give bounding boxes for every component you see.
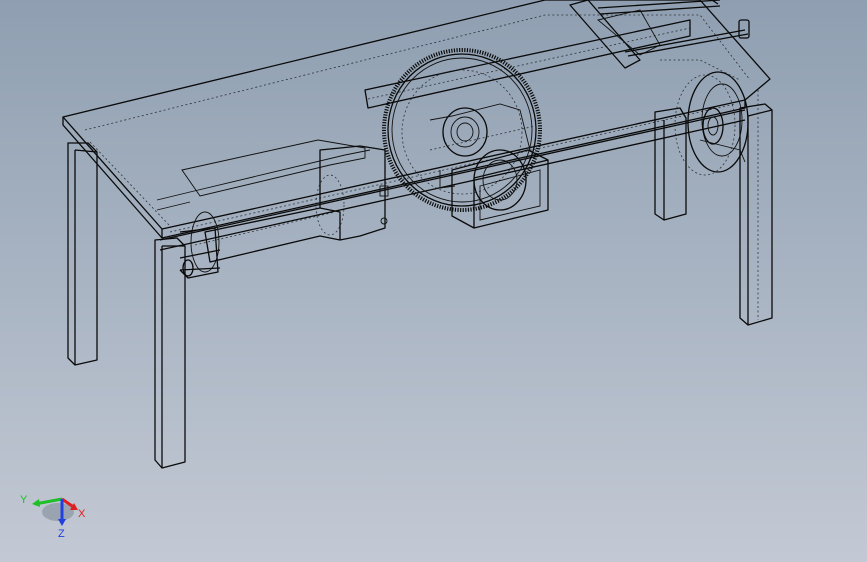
right-pulley[interactable]: [660, 59, 749, 176]
triad-x-label: X: [78, 508, 86, 520]
upper-slide-rail[interactable]: [364, 0, 750, 109]
assembly-model-wireframe[interactable]: [0, 0, 867, 562]
table-leg-front-right[interactable]: [154, 237, 186, 469]
triad-z-label: Z: [58, 528, 65, 540]
triad-y-label: Y: [20, 494, 28, 506]
triad-z-arrow: [58, 519, 66, 526]
triad-y-arrow: [32, 499, 40, 507]
table-leg-front-left[interactable]: [67, 142, 98, 366]
coordinate-triad[interactable]: Y X Z: [14, 486, 94, 542]
graphics-viewport[interactable]: Y X Z: [0, 0, 867, 562]
table-leg-back-right[interactable]: [739, 90, 773, 326]
